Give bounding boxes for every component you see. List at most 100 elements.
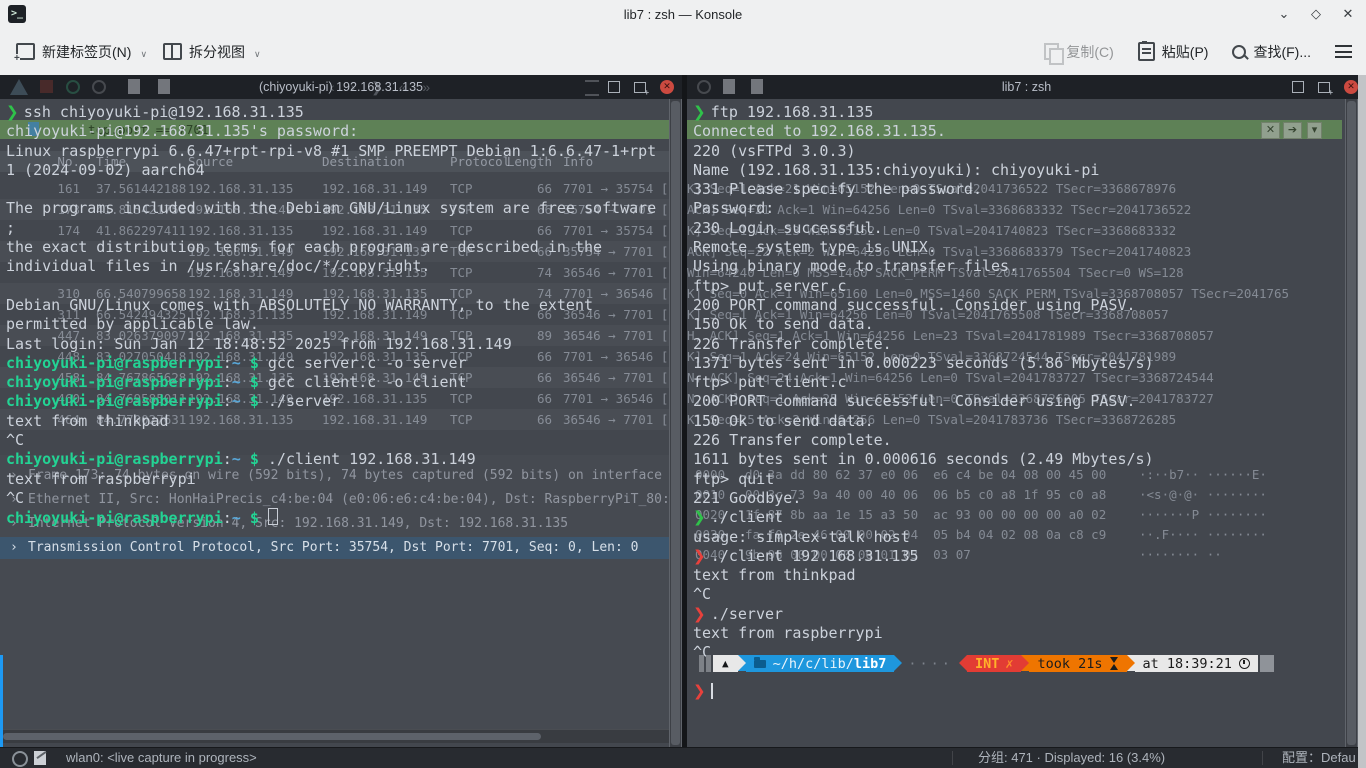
terminal-line: Linux raspberrypi 6.6.47+rpt-rpi-v8 #1 S… [6,142,682,161]
titlebar[interactable]: >_ lib7 : zsh — Konsole ⌄ ◇ ✕ [0,0,1366,28]
workspace: ‹ › ❯ « » (chiyoyuki-pi) 192.168.31.135 … [0,75,1366,747]
capture-comment-icon [34,751,46,765]
clock-icon [1239,658,1250,669]
left-terminal-text: ❯ ssh chiyoyuki-pi@192.168.31.135chiyoyu… [6,103,682,747]
left-pane-header[interactable]: ‹ › ❯ « » (chiyoyuki-pi) 192.168.31.135 … [0,75,682,99]
terminal-line: 331 Please specify the password. [693,180,1366,199]
window-edge [1358,75,1366,768]
left-pane-title: (chiyoyuki-pi) 192.168.31.135 [0,75,682,99]
terminal-line: 1 (2024-09-02) aarch64 [6,161,682,180]
left-scrollbar-handle[interactable] [671,101,680,745]
folder-icon [754,660,766,668]
paste-label: 粘贴(P) [1162,42,1209,62]
terminal-line: the exact distribution terms for each pr… [6,238,682,257]
profile-label: 配置：Defau [1282,748,1358,768]
terminal-line: 200 PORT command successful. Consider us… [693,392,1366,411]
packet-stats: 分组: 471 · Displayed: 16 (3.4%) [978,748,1165,768]
terminal-line: 226 Transfer complete. [693,335,1366,354]
wireshark-selection-strip [0,655,3,747]
time-label: at 18:39:21 [1143,656,1232,672]
os-chip-icon: ▲ [713,655,738,672]
terminal-line: usage: simplex-talk host [693,528,1366,547]
copy-button[interactable]: 复制(C) [1044,42,1113,62]
terminal-line: chiyoyuki-pi@192.168.31.135's password: [6,122,682,141]
left-scrollbar[interactable] [669,99,682,747]
right-terminal-text: ▲ ~/h/c/lib/lib7 ···· INT ✗ [693,103,1366,747]
terminal-line: chiyoyuki-pi@raspberrypi:~ $ ./server [6,392,682,411]
terminal-line: ; [6,219,682,238]
terminal-line: 230 Login successful. [693,219,1366,238]
terminal-line: 200 PORT command successful. Consider us… [693,296,1366,315]
terminal-line: ^C [6,489,682,508]
expert-info-icon [12,751,28,767]
right-pane-header[interactable]: lib7 : zsh ✕ [687,75,1366,99]
powerline-pad-icon [706,655,711,672]
terminal-line: 1371 bytes sent in 0.000223 seconds (5.8… [693,354,1366,373]
close-button[interactable]: ✕ [1340,6,1356,22]
terminal-line: ❯ ./server [693,605,1366,624]
right-scrollbar[interactable] [1345,99,1358,747]
right-pane-title: lib7 : zsh [687,75,1366,99]
find-button[interactable]: 查找(F)... [1232,42,1311,62]
terminal-line: Password: [693,199,1366,218]
paste-button[interactable]: 粘贴(P) [1138,42,1209,62]
terminal-line: ❯ ftp 192.168.31.135 [693,103,1366,122]
right-scrollbar-handle[interactable] [1347,101,1356,745]
powerline-arrow-icon [894,655,902,671]
statusbar-divider [952,751,953,765]
maximize-button[interactable]: ◇ [1308,6,1324,22]
new-tab-icon [16,43,35,60]
hamburger-menu-button[interactable] [1335,45,1352,58]
right-terminal[interactable]: ✕ ➔ ▾ + K] Seq=1 Ack=21 Win=65152 Len=0 … [687,99,1366,747]
chevron-down-icon: ∨ [254,49,261,60]
terminal-line: The programs included with the Debian GN… [6,199,682,218]
terminal-line: Name (192.168.31.135:chiyoyuki): chiyoyu… [693,161,1366,180]
terminal-line: Last login: Sun Jan 12 18:48:52 2025 fro… [6,335,682,354]
detach-pane-icon[interactable] [1318,82,1330,93]
terminal-line: permitted by applicable law. [6,315,682,334]
expand-pane-icon[interactable] [1292,81,1304,93]
left-terminal[interactable]: tcp.port == 7701 No.TimeSourceDestinatio… [0,99,682,747]
terminal-line: chiyoyuki-pi@raspberrypi:~ $ [6,508,682,527]
powerline-arrow-icon [738,655,746,671]
copy-icon [1044,43,1059,60]
time-segment: at 18:39:21 [1135,655,1258,672]
terminal-line: 226 Transfer complete. [693,431,1366,450]
terminal-line: individual files in /usr/share/doc/*/cop… [6,257,682,276]
powerline-arrow-icon [959,655,967,671]
powerline-arrow-icon [1127,655,1135,671]
right-terminal-pane[interactable]: lib7 : zsh ✕ ✕ ➔ ▾ + K] Seq=1 Ack=21 Win… [687,75,1366,747]
expand-pane-icon[interactable] [608,81,620,93]
terminal-line: ^C [693,585,1366,604]
minimize-button[interactable]: ⌄ [1276,6,1292,22]
terminal-line: text from thinkpad [693,566,1366,585]
powerline-pad-icon [699,655,704,672]
cwd-path: ~/h/c/lib/ [773,656,854,672]
terminal-line: 220 (vsFTPd 3.0.3) [693,142,1366,161]
terminal-line: ftp> quit [693,470,1366,489]
powerline-prompt: ▲ ~/h/c/lib/lib7 ···· INT ✗ [699,655,1274,672]
left-terminal-pane[interactable]: ‹ › ❯ « » (chiyoyuki-pi) 192.168.31.135 … [0,75,682,747]
powerline-dots: ···· [902,655,959,672]
wireshark-statusbar: wlan0: <live capture in progress> 分组: 47… [0,747,1366,768]
duration-label: took 21s [1037,656,1102,672]
error-x-icon: ✗ [1005,656,1013,672]
duration-segment: took 21s [1029,655,1126,672]
terminal-line: Debian GNU/Linux comes with ABSOLUTELY N… [6,296,682,315]
terminal-line: ❯ ssh chiyoyuki-pi@192.168.31.135 [6,103,682,122]
terminal-line: ❯ ./client [693,508,1366,527]
detach-pane-icon[interactable] [634,82,646,93]
exit-status-label: INT [975,656,999,672]
terminal-line: Using binary mode to transfer files. [693,257,1366,276]
split-view-button[interactable]: 拆分视图 ∨ [163,42,261,62]
terminal-line: text from thinkpad [6,412,682,431]
close-pane-icon[interactable]: ✕ [1344,80,1358,94]
new-tab-button[interactable]: 新建标签页(N) ∨ [16,42,147,62]
terminal-line: 1611 bytes sent in 0.000616 seconds (2.4… [693,450,1366,469]
terminal-line: text from raspberrypi [693,624,1366,643]
close-pane-icon[interactable]: ✕ [660,80,674,94]
powerline-arrow-icon [1021,655,1029,671]
new-tab-label: 新建标签页(N) [42,42,131,62]
terminal-line: chiyoyuki-pi@raspberrypi:~ $ gcc client.… [6,373,682,392]
hourglass-icon [1110,657,1119,670]
